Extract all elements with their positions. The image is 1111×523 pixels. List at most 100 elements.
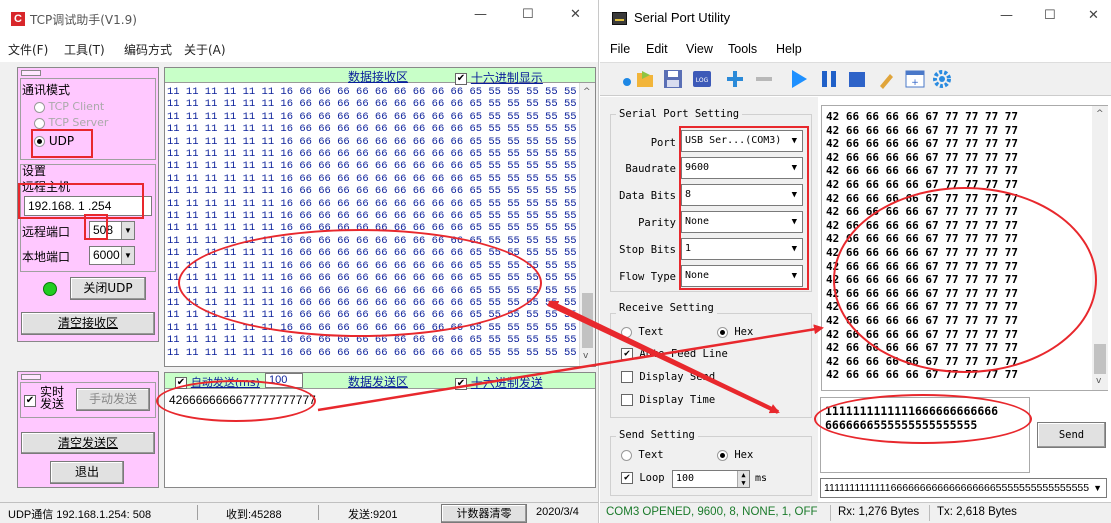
tcp-window: C TCP调试助手(V1.9) — ☐ ✕ 文件(F) 工具(T) 编码方式 关… bbox=[0, 0, 599, 523]
auto-feed-option[interactable]: ✔ Auto Feed Line bbox=[621, 348, 728, 360]
tcp-client-radio[interactable] bbox=[34, 101, 45, 113]
rx-hex-option[interactable]: Hex bbox=[717, 326, 753, 338]
close-icon[interactable]: ✕ bbox=[1088, 8, 1099, 23]
open-folder-icon[interactable] bbox=[634, 68, 656, 90]
add-icon[interactable] bbox=[724, 68, 746, 90]
gear-icon[interactable] bbox=[931, 68, 953, 90]
tx-hex-radio[interactable] bbox=[717, 449, 728, 461]
menu-encoding[interactable]: 编码方式 bbox=[124, 41, 172, 58]
loop-option[interactable]: ✔ Loop bbox=[621, 472, 665, 484]
rx-hex-radio[interactable] bbox=[717, 326, 728, 338]
chevron-down-icon[interactable]: ▼ bbox=[1093, 479, 1102, 497]
comm-mode-label: 通讯模式 bbox=[22, 83, 71, 97]
sent-count: 发送:9201 bbox=[348, 509, 398, 521]
local-port-dropdown-icon[interactable]: ▼ bbox=[121, 247, 134, 264]
broom-icon[interactable] bbox=[876, 68, 898, 90]
tcp-statusbar: UDP通信 192.168.1.254: 508 收到:45288 发送:920… bbox=[0, 502, 598, 523]
rx-line: 42 66 66 66 66 67 77 77 77 77 bbox=[826, 137, 1019, 151]
received-count: 收到:45288 bbox=[226, 509, 282, 521]
menu-help[interactable]: Help bbox=[776, 42, 802, 56]
display-send-option[interactable]: Display Send bbox=[621, 371, 715, 383]
tx-text-option[interactable]: Text bbox=[621, 449, 664, 461]
tx-hex-option[interactable]: Hex bbox=[717, 449, 753, 461]
receive-area-title: 数据接收区 bbox=[348, 70, 409, 84]
tcp-server-label: TCP Server bbox=[48, 116, 109, 129]
receive-line: 11 11 11 11 11 11 16 66 66 66 66 66 66 6… bbox=[167, 172, 577, 185]
scroll-up-icon[interactable]: ^ bbox=[1096, 109, 1104, 119]
realtime-send-option[interactable]: ✔ bbox=[24, 393, 36, 407]
menu-tools[interactable]: 工具(T) bbox=[64, 41, 105, 58]
local-port-value: 6000 bbox=[93, 248, 120, 262]
menu-view[interactable]: View bbox=[686, 42, 713, 56]
menu-file[interactable]: 文件(F) bbox=[8, 41, 48, 58]
tcp-client-option[interactable]: TCP Client bbox=[34, 100, 104, 113]
display-time-option[interactable]: Display Time bbox=[621, 394, 715, 406]
rx-scrollbar[interactable]: ^ v bbox=[1092, 106, 1108, 390]
save-icon[interactable] bbox=[662, 68, 684, 90]
tcp-server-option[interactable]: TCP Server bbox=[34, 116, 108, 129]
maximize-icon[interactable]: ☐ bbox=[1044, 8, 1056, 23]
receive-line: 11 11 11 11 11 11 16 66 66 66 66 66 66 6… bbox=[167, 346, 577, 359]
clear-send-button[interactable]: 清空发送区 bbox=[21, 432, 155, 454]
spin-icon[interactable]: ▲ ▼ bbox=[737, 471, 749, 487]
settings-label: 设置 bbox=[22, 164, 47, 178]
manual-send-button[interactable]: 手动发送 bbox=[76, 388, 150, 411]
remote-port-dropdown-icon[interactable]: ▼ bbox=[121, 222, 134, 239]
status-divider bbox=[197, 505, 198, 520]
tcp-client-label: TCP Client bbox=[48, 100, 105, 113]
display-send-checkbox[interactable] bbox=[621, 371, 633, 383]
send-button[interactable]: Send bbox=[1037, 422, 1106, 448]
display-time-checkbox[interactable] bbox=[621, 394, 633, 406]
scroll-down-icon[interactable]: v bbox=[1096, 376, 1101, 386]
local-port-input[interactable]: 6000 ▼ bbox=[89, 246, 135, 265]
send-history-select[interactable]: 1111111111111666666666666666666555555555… bbox=[820, 478, 1107, 498]
rx-text-option[interactable]: Text bbox=[621, 326, 664, 338]
port-status: COM3 OPENED, 9600, 8, NONE, 1, OFF bbox=[606, 506, 818, 518]
menu-file[interactable]: File bbox=[610, 42, 630, 56]
serial-titlebar: Serial Port Utility — ☐ ✕ bbox=[600, 0, 1111, 36]
menu-about[interactable]: 关于(A) bbox=[184, 41, 226, 58]
close-icon[interactable]: ✕ bbox=[570, 7, 581, 22]
annotation-receive-ellipse bbox=[178, 229, 542, 337]
rx-text-radio[interactable] bbox=[621, 326, 632, 338]
play-icon[interactable] bbox=[788, 68, 810, 90]
stop-icon[interactable] bbox=[846, 68, 868, 90]
scroll-thumb[interactable] bbox=[1094, 344, 1106, 374]
udp-info-status: UDP通信 192.168.1.254: 508 bbox=[8, 509, 152, 521]
maximize-icon[interactable]: ☐ bbox=[522, 7, 534, 22]
receive-scrollbar[interactable]: ^ v bbox=[579, 83, 595, 366]
send-hex-checkbox[interactable]: ✔ bbox=[455, 377, 467, 390]
send-hex-option[interactable]: ✔ 十六进制发送 bbox=[455, 374, 543, 391]
minimize-icon[interactable]: — bbox=[474, 7, 487, 22]
rx-line: 42 66 66 66 66 67 77 77 77 77 bbox=[826, 110, 1019, 123]
window-icon[interactable]: + bbox=[904, 68, 926, 90]
scroll-down-icon[interactable]: v bbox=[583, 351, 588, 361]
realtime-send-checkbox[interactable]: ✔ bbox=[24, 394, 36, 407]
loop-unit: ms bbox=[755, 473, 768, 484]
clear-counter-button[interactable]: 计数器清零 bbox=[441, 504, 527, 523]
tx-text-radio[interactable] bbox=[621, 449, 632, 461]
minimize-icon[interactable]: — bbox=[1000, 8, 1013, 23]
clear-receive-button[interactable]: 清空接收区 bbox=[21, 312, 155, 335]
menu-tools[interactable]: Tools bbox=[728, 42, 757, 56]
hex-display-option[interactable]: ✔ 十六进制显示 bbox=[455, 69, 543, 86]
receive-line: 11 11 11 11 11 11 16 66 66 66 66 66 66 6… bbox=[167, 148, 577, 161]
auto-feed-checkbox[interactable]: ✔ bbox=[621, 348, 633, 360]
menu-edit[interactable]: Edit bbox=[646, 42, 668, 56]
close-udp-button[interactable]: 关闭UDP bbox=[70, 277, 146, 300]
loop-checkbox[interactable]: ✔ bbox=[621, 472, 633, 484]
serial-menubar: File Edit View Tools Help bbox=[600, 40, 1111, 60]
exit-button[interactable]: 退出 bbox=[50, 461, 124, 484]
remove-icon[interactable] bbox=[753, 68, 775, 90]
scroll-thumb[interactable] bbox=[582, 293, 593, 348]
scroll-up-icon[interactable]: ^ bbox=[583, 87, 591, 97]
svg-text:+: + bbox=[911, 78, 919, 88]
rx-line: 42 66 66 66 66 67 77 77 77 77 bbox=[826, 150, 1019, 164]
pause-icon[interactable] bbox=[818, 68, 840, 90]
serial-window: Serial Port Utility — ☐ ✕ File Edit View… bbox=[600, 0, 1111, 523]
hex-display-checkbox[interactable]: ✔ bbox=[455, 72, 467, 85]
local-port-label: 本地端口 bbox=[22, 250, 71, 264]
log-icon[interactable]: LOG bbox=[691, 68, 713, 90]
tcp-server-radio[interactable] bbox=[34, 117, 45, 129]
loop-interval-input[interactable]: 100 ▲ ▼ bbox=[672, 470, 750, 488]
